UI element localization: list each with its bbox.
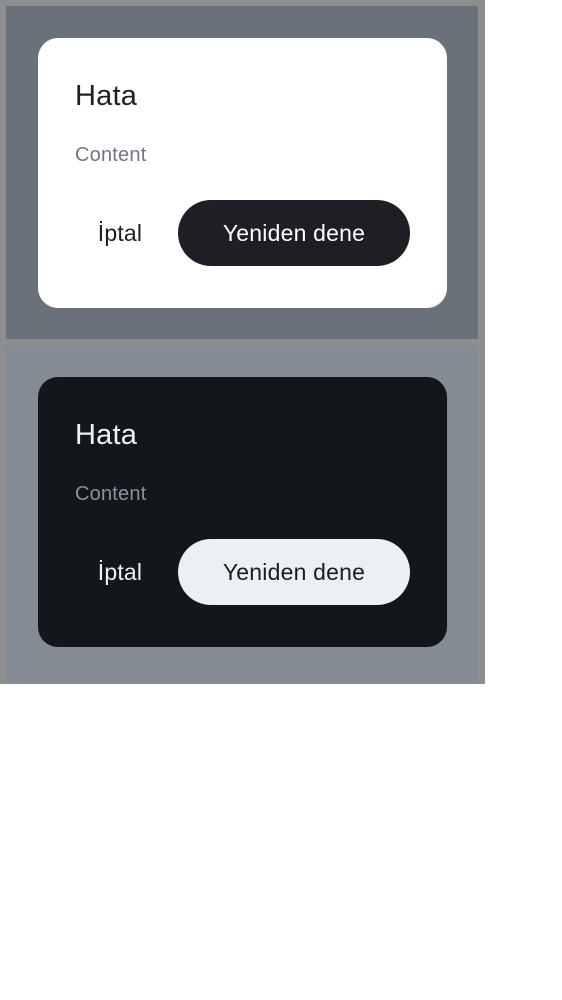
retry-button[interactable]: Yeniden dene [178, 539, 410, 605]
retry-button[interactable]: Yeniden dene [178, 200, 410, 266]
dialog-content: Content [75, 483, 147, 505]
preview-frame: Hata Content İptal Yeniden dene Hata Con… [0, 0, 485, 684]
error-dialog-light: Hata Content İptal Yeniden dene [38, 38, 447, 308]
dialog-title: Hata [75, 80, 138, 112]
dark-theme-preview: Hata Content İptal Yeniden dene [6, 345, 478, 684]
dialog-title: Hata [75, 419, 138, 451]
error-dialog-dark: Hata Content İptal Yeniden dene [38, 377, 447, 647]
cancel-button[interactable]: İptal [75, 200, 165, 266]
dialog-content: Content [75, 144, 147, 166]
cancel-button[interactable]: İptal [75, 539, 165, 605]
light-theme-preview: Hata Content İptal Yeniden dene [6, 6, 478, 339]
